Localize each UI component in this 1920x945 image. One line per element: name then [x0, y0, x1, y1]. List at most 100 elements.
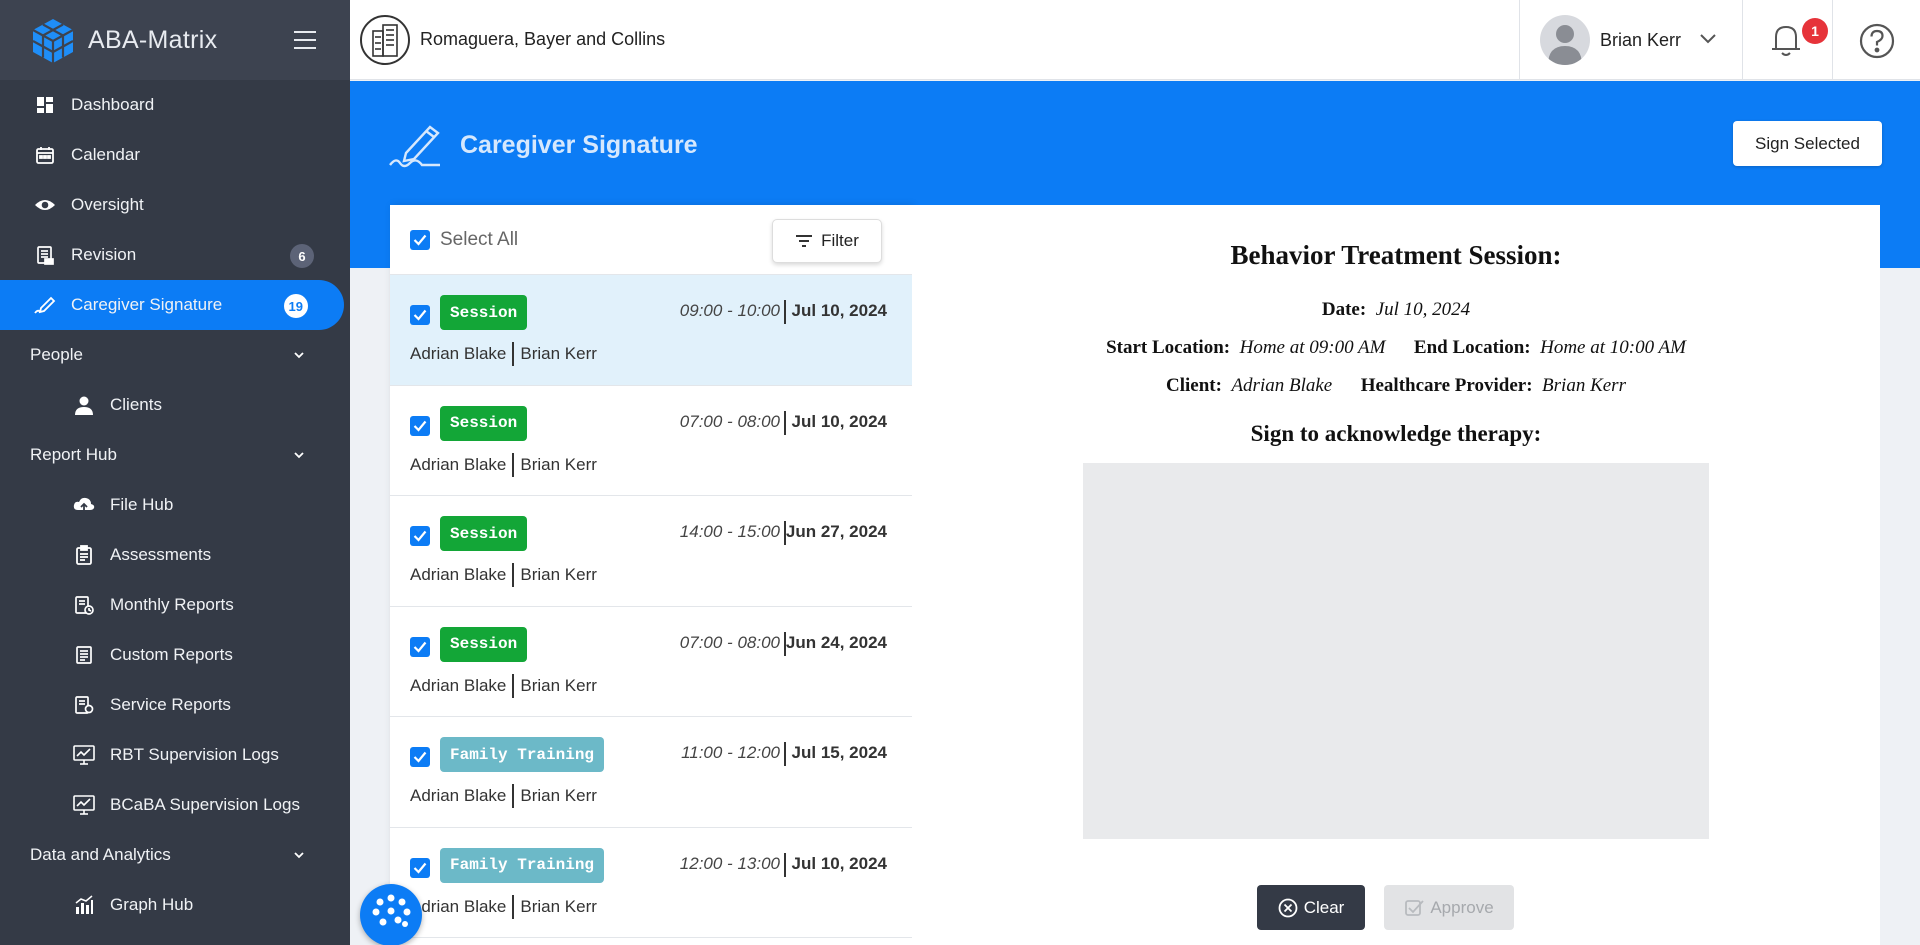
accessibility-menu-button[interactable] [360, 884, 422, 945]
sidebar-item-label: Caregiver Signature [71, 295, 223, 314]
sidebar-item-label: People [30, 345, 83, 364]
sidebar-section-people[interactable]: People [0, 330, 350, 380]
sidebar-item-monthly-reports[interactable]: Monthly Reports [0, 580, 350, 630]
cube-logo-icon [32, 19, 74, 63]
sidebar-item-label: Calendar [71, 145, 140, 164]
custom-report-icon [72, 643, 96, 667]
row-checkbox[interactable] [410, 747, 430, 767]
type-tag: Session [440, 626, 528, 662]
sidebar-section-report-hub[interactable]: Report Hub [0, 430, 350, 480]
provider-name: Brian Kerr [520, 454, 597, 474]
session-date: Jul 10, 2024 [791, 411, 887, 431]
time-range: 07:00 - 08:00 [679, 411, 780, 431]
divider [784, 852, 786, 877]
session-date: Jun 24, 2024 [785, 632, 887, 652]
sidebar-item-label: Graph Hub [110, 895, 194, 914]
session-date: Jul 15, 2024 [791, 743, 887, 762]
clear-button[interactable]: Clear [1257, 885, 1365, 930]
row-checkbox[interactable] [410, 857, 430, 878]
page-title: Caregiver Signature [460, 131, 698, 159]
user-menu[interactable]: Brian Kerr [1519, 0, 1743, 80]
sidebar-item-graph-hub[interactable]: Graph Hub [0, 880, 350, 930]
sidebar-item-caregiver-signature[interactable]: Caregiver Signature 19 [0, 280, 344, 330]
sidebar: ABA-Matrix Dashboard Calendar Oversight Rev… [0, 0, 350, 945]
sidebar-item-label: Custom Reports [110, 645, 233, 664]
calendar-icon [33, 143, 57, 167]
approve-label: Approve [1430, 897, 1494, 917]
detail-client-line: Client: Adrian Blake Healthcare Provider… [912, 375, 1880, 397]
date-value: Jul 10, 2024 [1375, 299, 1471, 320]
detail-date-line: Date: Jul 10, 2024 [912, 299, 1880, 321]
topbar: Romaguera, Bayer and Collins Brian Kerr … [350, 0, 1920, 80]
time-range: 07:00 - 08:00 [679, 632, 780, 652]
detail-location-line: Start Location: Home at 09:00 AM End Loc… [912, 337, 1880, 359]
sidebar-item-dashboard[interactable]: Dashboard [0, 80, 350, 130]
service-report-icon [72, 693, 96, 717]
app-name: ABA-Matrix [88, 25, 218, 54]
row-checkbox[interactable] [410, 526, 430, 546]
session-detail: Behavior Treatment Session: Date: Jul 10… [912, 205, 1880, 945]
sidebar-item-file-hub[interactable]: File Hub [0, 480, 350, 530]
sidebar-item-label: Monthly Reports [110, 595, 234, 614]
org-building-icon [360, 15, 410, 65]
filter-label: Filter [821, 231, 859, 250]
type-tag: Family Training [440, 847, 605, 883]
client-name: Adrian Blake [410, 786, 507, 805]
list-item[interactable]: Session 14:00 - 15:00 Jun 27, 2024 Adria… [390, 496, 912, 607]
divider [784, 300, 786, 324]
start-location-label: Start Location: [1106, 337, 1231, 358]
divider [1832, 0, 1833, 80]
list-item[interactable]: Session 07:00 - 08:00 Jun 24, 2024 Adria… [390, 607, 912, 717]
row-checkbox[interactable] [410, 415, 430, 436]
list-item[interactable]: Family Training 12:00 - 13:00 Jul 10, 20… [390, 828, 912, 938]
row-checkbox[interactable] [410, 305, 430, 325]
sidebar-item-service-reports[interactable]: Service Reports [0, 680, 350, 730]
session-date: Jun 27, 2024 [785, 522, 887, 541]
client-name: Adrian Blake [410, 344, 507, 363]
dots-circle-icon [372, 894, 411, 927]
bell-icon[interactable] [1770, 22, 1802, 58]
sidebar-item-label: BCaBA Supervision Logs [110, 795, 300, 814]
divider [512, 894, 515, 919]
sidebar-item-clients[interactable]: Clients [0, 380, 350, 430]
session-rows: Session 09:00 - 10:00 Jul 10, 2024 Adria… [390, 275, 912, 938]
participants: Adrian Blake Brian Kerr [410, 563, 597, 587]
client-name: Adrian Blake [410, 896, 507, 916]
list-item[interactable]: Family Training 11:00 - 12:00 Jul 15, 20… [390, 717, 912, 828]
list-item[interactable]: Session 07:00 - 08:00 Jul 10, 2024 Adria… [390, 386, 912, 496]
sidebar-section-data-and-analytics[interactable]: Data and Analytics [0, 830, 350, 880]
provider-name: Brian Kerr [520, 896, 597, 916]
filter-icon [796, 235, 813, 247]
avatar [1540, 15, 1590, 65]
monthly-report-icon [72, 593, 96, 617]
chart-board-icon [72, 793, 96, 817]
cloud-icon [72, 493, 96, 517]
chevron-down-icon [294, 852, 304, 859]
participants: Adrian Blake Brian Kerr [410, 784, 597, 808]
sidebar-item-label: Dashboard [71, 95, 155, 114]
count-badge: 19 [283, 294, 308, 318]
sidebar-item-custom-reports[interactable]: Custom Reports [0, 630, 350, 680]
approve-button[interactable]: Approve [1384, 885, 1514, 930]
sidebar-item-bcaba-supervision-logs[interactable]: BCaBA Supervision Logs [0, 780, 350, 830]
client-value: Adrian Blake [1231, 375, 1333, 396]
sidebar-item-calendar[interactable]: Calendar [0, 130, 350, 180]
filter-button[interactable]: Filter [772, 219, 882, 263]
sidebar-item-rbt-supervision-logs[interactable]: RBT Supervision Logs [0, 730, 350, 780]
help-icon[interactable] [1858, 22, 1896, 60]
select-all-checkbox[interactable] [410, 230, 430, 250]
row-checkbox[interactable] [410, 636, 430, 657]
provider-label: Healthcare Provider: [1360, 375, 1533, 396]
sidebar-item-revision[interactable]: Revision 6 [0, 230, 350, 280]
dashboard-icon [33, 93, 57, 117]
provider-name: Brian Kerr [520, 675, 597, 695]
sidebar-item-oversight[interactable]: Oversight [0, 180, 350, 230]
type-tag: Session [440, 405, 528, 441]
sidebar-item-assessments[interactable]: Assessments [0, 530, 350, 580]
start-location-value: Home at 09:00 AM [1239, 337, 1386, 358]
list-item[interactable]: Session 09:00 - 10:00 Jul 10, 2024 Adria… [390, 275, 912, 386]
sign-selected-button[interactable]: Sign Selected [1733, 121, 1882, 166]
signature-pad[interactable] [1083, 463, 1709, 839]
chevron-down-icon [1700, 34, 1716, 44]
hamburger-menu-icon[interactable] [294, 31, 316, 49]
